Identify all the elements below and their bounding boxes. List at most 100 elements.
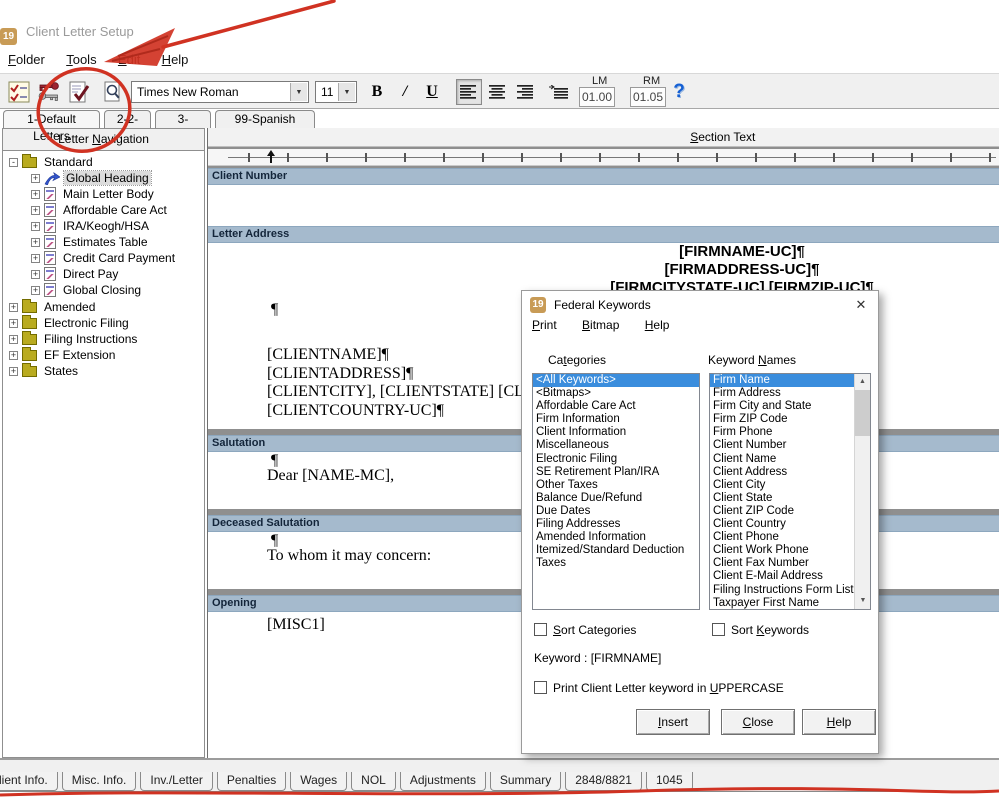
sort-categories-checkbox[interactable] [534, 623, 547, 636]
keyword-item[interactable]: Client State [710, 492, 854, 505]
tab-adjustments[interactable]: Adjustments [400, 772, 486, 791]
tree-item-main-letter-body[interactable]: + Main Letter Body [31, 186, 156, 202]
right-margin-field[interactable]: 01.05 [630, 87, 666, 107]
keyword-item[interactable]: Client City [710, 479, 854, 492]
font-family-select[interactable]: Times New Roman ▼ [131, 81, 309, 103]
dialog-menu-bitmap[interactable]: Bitmap [582, 318, 619, 332]
chevron-down-icon[interactable]: ▼ [338, 83, 355, 101]
keyword-item[interactable]: Filing Instructions Form List [710, 584, 854, 597]
italic-button[interactable]: / [392, 79, 418, 105]
category-item[interactable]: Electronic Filing [533, 453, 699, 466]
scrollbar-thumb[interactable] [855, 390, 871, 436]
expand-icon[interactable]: + [31, 206, 40, 215]
tree-item-global-heading[interactable]: + Global Heading [31, 170, 151, 186]
tree-item-ef-extension[interactable]: + EF Extension [9, 347, 117, 363]
print-preview-button[interactable] [100, 79, 126, 105]
category-item[interactable]: Balance Due/Refund [533, 492, 699, 505]
margin-marker[interactable] [265, 150, 277, 164]
tab-inv-letter[interactable]: Inv./Letter [140, 772, 212, 791]
tab-client-info[interactable]: lient Info. [0, 772, 58, 791]
expand-icon[interactable]: + [9, 367, 18, 376]
menu-help[interactable]: Help [162, 52, 189, 67]
align-right-button[interactable] [513, 79, 539, 105]
expand-icon[interactable]: + [9, 319, 18, 328]
tree-item-direct-pay[interactable]: + Direct Pay [31, 266, 120, 282]
tab-wages[interactable]: Wages [290, 772, 347, 791]
category-item[interactable]: Due Dates [533, 505, 699, 518]
category-item[interactable]: Taxes [533, 557, 699, 570]
uppercase-checkbox[interactable] [534, 681, 547, 694]
indent-button[interactable] [546, 79, 572, 105]
sections-checklist-button[interactable] [6, 79, 32, 105]
category-item[interactable]: Amended Information [533, 531, 699, 544]
keyword-item[interactable]: Client Name [710, 453, 854, 466]
insert-button[interactable]: Insert [636, 709, 710, 735]
expand-icon[interactable]: + [31, 190, 40, 199]
keyword-item[interactable]: Firm Phone [710, 426, 854, 439]
keywords-button[interactable] [36, 79, 62, 105]
expand-icon[interactable]: + [31, 238, 40, 247]
tab-default-letters[interactable]: 1-Default Letters [3, 110, 100, 128]
categories-listbox[interactable]: <All Keywords> <Bitmaps> Affordable Care… [532, 373, 700, 610]
tree-item-estimates-table[interactable]: + Estimates Table [31, 234, 150, 250]
sort-keywords-checkbox[interactable] [712, 623, 725, 636]
keyword-item[interactable]: Taxpayer First Name [710, 597, 854, 610]
category-item[interactable]: Client Information [533, 426, 699, 439]
expand-icon[interactable]: + [9, 335, 18, 344]
dialog-menu-print[interactable]: Print [532, 318, 557, 332]
expand-icon[interactable]: + [31, 270, 40, 279]
underline-button[interactable]: U [419, 79, 445, 105]
tree-item-amended[interactable]: + Amended [9, 299, 97, 315]
keyword-item[interactable]: Client Fax Number [710, 557, 854, 570]
category-item[interactable]: Other Taxes [533, 479, 699, 492]
category-item[interactable]: Affordable Care Act [533, 400, 699, 413]
tab-1045[interactable]: 1045 [646, 772, 693, 791]
menu-folder[interactable]: Folder [8, 52, 45, 67]
tab-2-yo[interactable]: 2-2-YO [104, 110, 151, 128]
expand-icon[interactable]: + [9, 351, 18, 360]
close-button[interactable]: Close [721, 709, 795, 735]
keyword-item[interactable]: Client Address [710, 466, 854, 479]
tree-item-affordable-care-act[interactable]: + Affordable Care Act [31, 202, 169, 218]
scroll-up-icon[interactable]: ▲ [855, 374, 870, 390]
keyword-item[interactable]: Firm Address [710, 387, 854, 400]
expand-icon[interactable]: + [31, 254, 40, 263]
help-button[interactable]: ? [666, 79, 692, 105]
tree-item-ira-keogh-hsa[interactable]: + IRA/Keogh/HSA [31, 218, 151, 234]
tree-item-global-closing[interactable]: + Global Closing [31, 282, 143, 298]
keyword-item[interactable]: Firm ZIP Code [710, 413, 854, 426]
tab-spanish-letters[interactable]: 99-Spanish Letters [215, 110, 315, 128]
tree-item-filing-instructions[interactable]: + Filing Instructions [9, 331, 139, 347]
category-item[interactable]: Firm Information [533, 413, 699, 426]
category-item[interactable]: Itemized/Standard Deduction [533, 544, 699, 557]
expand-icon[interactable]: + [31, 222, 40, 231]
keyword-item[interactable]: Client Number [710, 439, 854, 452]
dialog-menu-help[interactable]: Help [645, 318, 670, 332]
category-item[interactable]: SE Retirement Plan/IRA [533, 466, 699, 479]
sort-categories-option[interactable]: Sort Categories [534, 623, 636, 637]
category-item[interactable]: <Bitmaps> [533, 387, 699, 400]
section-body-client-number[interactable] [208, 185, 999, 226]
keyword-item[interactable]: Firm City and State [710, 400, 854, 413]
menu-tools[interactable]: Tools [66, 52, 96, 67]
collapse-icon[interactable]: - [9, 158, 18, 167]
tab-special[interactable]: 3-Special [155, 110, 211, 128]
sort-keywords-option[interactable]: Sort Keywords [712, 623, 809, 637]
spellcheck-button[interactable] [66, 79, 92, 105]
category-item[interactable]: Filing Addresses [533, 518, 699, 531]
tab-misc-info[interactable]: Misc. Info. [62, 772, 137, 791]
category-item[interactable]: <All Keywords> [533, 374, 699, 387]
tree-item-credit-card-payment[interactable]: + Credit Card Payment [31, 250, 177, 266]
category-item[interactable]: Miscellaneous [533, 439, 699, 452]
keyword-item[interactable]: Client Work Phone [710, 544, 854, 557]
keyword-item[interactable]: Client E-Mail Address [710, 570, 854, 583]
expand-icon[interactable]: + [9, 303, 18, 312]
keyword-list-scrollbar[interactable]: ▲ ▼ [854, 374, 870, 609]
menu-edit[interactable]: Edit [118, 52, 140, 67]
keyword-names-listbox[interactable]: Firm Name Firm Address Firm City and Sta… [709, 373, 871, 610]
align-center-button[interactable] [485, 79, 511, 105]
tab-2848-8821[interactable]: 2848/8821 [565, 772, 642, 791]
tree-item-standard[interactable]: - Standard [9, 154, 95, 170]
expand-icon[interactable]: + [31, 174, 40, 183]
help-button[interactable]: Help [802, 709, 876, 735]
